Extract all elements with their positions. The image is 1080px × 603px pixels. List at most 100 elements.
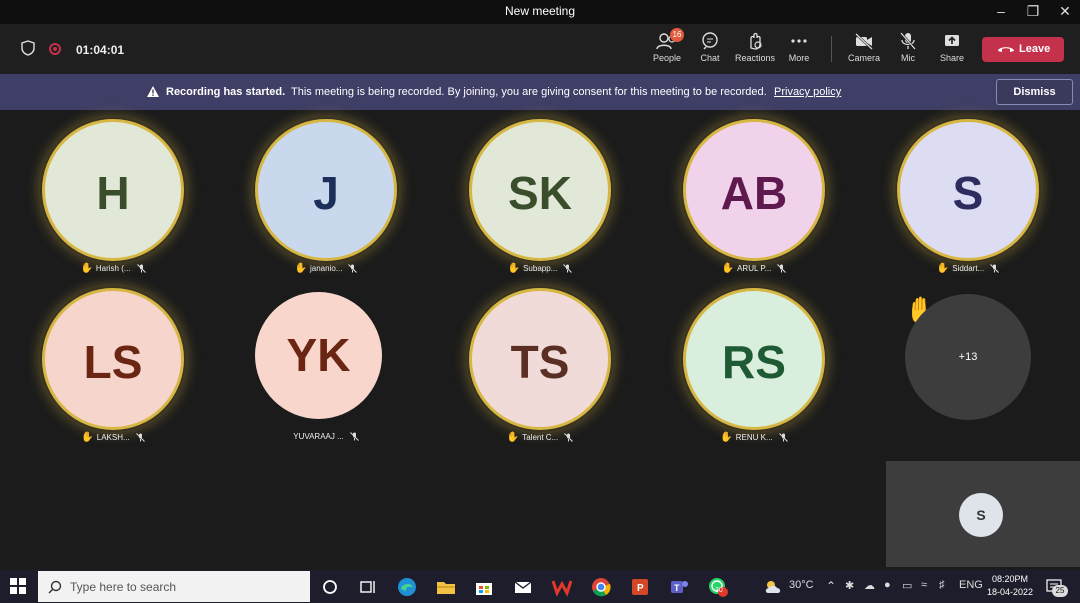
participant-avatar: YK (255, 292, 382, 419)
volume-icon[interactable]: ♯ (939, 579, 945, 591)
share-button[interactable]: Share (930, 32, 974, 63)
taskbar-search-box[interactable]: Type here to search (38, 571, 310, 602)
people-count-badge: 16 (670, 28, 684, 42)
cortana-icon[interactable] (319, 576, 341, 598)
warning-icon (147, 86, 159, 97)
participant-avatar: RS (683, 288, 825, 430)
more-button[interactable]: More (777, 32, 821, 63)
chrome-icon[interactable] (590, 576, 612, 598)
mic-button[interactable]: Mic (886, 32, 930, 63)
participant-name: Harish (... (95, 264, 131, 273)
onedrive-icon[interactable]: ☁ (864, 579, 875, 592)
participant-name: LAKSH... (96, 433, 130, 442)
window-title: New meeting (504, 4, 576, 18)
recording-banner: Recording has started. This meeting is b… (0, 74, 1080, 110)
leave-button[interactable]: Leave (982, 37, 1064, 62)
shield-icon (21, 40, 35, 56)
camera-off-icon (855, 33, 873, 50)
privacy-policy-link[interactable]: Privacy policy (774, 86, 841, 98)
powerpoint-icon[interactable]: P (629, 576, 651, 598)
notification-count-badge: 25 (1052, 585, 1068, 597)
camera-label: Camera (847, 53, 880, 63)
reactions-button[interactable]: Reactions (733, 32, 777, 63)
microphone-icon[interactable]: ● (884, 579, 891, 591)
wifi-icon[interactable]: ≈ (921, 579, 927, 591)
weather-temperature[interactable]: 30°C (789, 579, 814, 591)
teams-icon[interactable]: T (668, 576, 690, 598)
participant-tile[interactable]: AB ✋ ARUL P... (647, 110, 861, 280)
reactions-label: Reactions (734, 53, 776, 63)
participant-avatar: S (897, 119, 1039, 261)
participant-tile[interactable]: SK ✋ Subapp... (433, 110, 647, 280)
chat-label: Chat (700, 53, 720, 63)
language-indicator[interactable]: ENG (959, 579, 983, 591)
raised-hand-icon: ✋ (506, 432, 520, 443)
search-placeholder: Type here to search (70, 580, 177, 594)
chevron-up-icon[interactable]: ⌃ (826, 579, 836, 593)
muted-mic-icon (990, 264, 1000, 274)
participant-name: Talent C... (522, 433, 559, 442)
raised-hand-icon: ✋ (721, 263, 735, 274)
participant-tile[interactable]: LS ✋ LAKSH... (6, 279, 220, 449)
self-view[interactable]: S (886, 461, 1080, 567)
participant-name: Siddart... (952, 264, 985, 273)
mic-off-icon (900, 32, 916, 50)
windows-start-icon[interactable] (10, 578, 26, 594)
recording-indicator-icon (49, 43, 61, 55)
participant-name-row: ✋ Harish (... (6, 263, 220, 274)
participant-avatar: LS (42, 288, 184, 430)
self-avatar: S (959, 493, 1003, 537)
muted-mic-icon (564, 433, 574, 443)
mic-label: Mic (901, 53, 915, 63)
file-explorer-icon[interactable] (435, 576, 457, 598)
muted-mic-icon (348, 264, 358, 274)
minimize-button[interactable]: – (985, 0, 1017, 24)
more-participants-tile[interactable]: +13 (905, 294, 1031, 420)
chat-button[interactable]: Chat (688, 32, 732, 63)
people-button[interactable]: 16 People (645, 28, 689, 63)
participant-name-row: YUVARAAJ ... (219, 432, 433, 442)
taskbar-clock[interactable]: 08:20PM 18-04-2022 (982, 573, 1038, 599)
participant-avatar: J (255, 119, 397, 261)
battery-icon[interactable]: ▭ (902, 579, 912, 592)
restore-button[interactable]: ❐ (1017, 0, 1049, 24)
participant-avatar: H (42, 119, 184, 261)
dismiss-button[interactable]: Dismiss (996, 79, 1073, 105)
participant-avatar: TS (469, 288, 611, 430)
participant-name: YUVARAAJ ... (293, 432, 344, 441)
participant-tile[interactable]: H ✋ Harish (... (6, 110, 220, 280)
participant-tile[interactable]: RS ✋ RENU K... (647, 279, 861, 449)
clock-time: 08:20PM (991, 574, 1029, 584)
banner-message: This meeting is being recorded. By joini… (291, 86, 767, 98)
edge-icon[interactable] (396, 576, 418, 598)
muted-mic-icon (778, 433, 788, 443)
wps-office-icon[interactable] (551, 576, 573, 598)
mail-icon[interactable] (512, 576, 534, 598)
meeting-toolbar: 01:04:01 16 People Chat Reactions More C… (0, 24, 1080, 74)
close-button[interactable]: ✕ (1049, 0, 1080, 24)
taskbar: Type here to search P T 30 30°C ⌃ ✱ ☁ ● … (0, 570, 1080, 603)
muted-mic-icon (136, 264, 146, 274)
participant-tile[interactable]: TS ✋ Talent C... (433, 279, 647, 449)
camera-button[interactable]: Camera (842, 32, 886, 63)
participant-name-row: ✋ Talent C... (433, 432, 647, 443)
people-label: People (652, 53, 682, 63)
participant-name-row: ✋ RENU K... (647, 432, 861, 443)
bluetooth-icon[interactable]: ✱ (845, 579, 854, 592)
participant-tile[interactable]: YK YUVARAAJ ... (219, 279, 433, 449)
title-bar: New meeting – ❐ ✕ (0, 0, 1080, 24)
store-icon[interactable] (473, 576, 495, 598)
raised-hand-icon: ✋ (80, 263, 93, 274)
participant-tile[interactable]: J ✋ jananio... (219, 110, 433, 280)
participant-avatar: AB (683, 119, 825, 261)
svg-text:P: P (637, 583, 644, 594)
participant-name: Subapp... (523, 264, 558, 273)
weather-icon[interactable] (762, 576, 784, 598)
participant-name-row: ✋ Subapp... (433, 263, 647, 274)
participant-tile[interactable]: S ✋ Siddart... (861, 110, 1075, 280)
clock-date: 18-04-2022 (986, 587, 1034, 597)
task-view-icon[interactable] (357, 576, 379, 598)
muted-mic-icon (563, 264, 573, 274)
participant-name: RENU K... (735, 433, 773, 442)
raised-hand-icon: ✋ (81, 432, 94, 443)
